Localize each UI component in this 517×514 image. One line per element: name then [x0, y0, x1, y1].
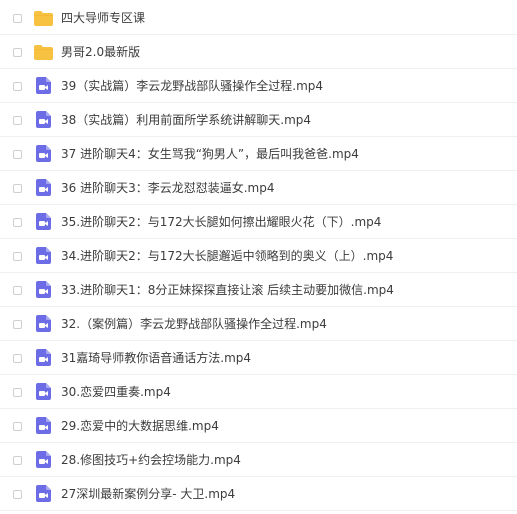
folder-row[interactable]: 四大导师专区课: [0, 1, 517, 35]
file-name[interactable]: 四大导师专区课: [61, 10, 145, 26]
row-checkbox[interactable]: [13, 320, 22, 329]
file-row[interactable]: 30.恋爱四重奏.mp4: [0, 375, 517, 409]
video-file-icon: [36, 179, 51, 196]
file-name[interactable]: 28.修图技巧+约会控场能力.mp4: [61, 452, 241, 468]
file-row[interactable]: 36 进阶聊天3：李云龙怼怼装逼女.mp4: [0, 171, 517, 205]
file-name[interactable]: 34.进阶聊天2：与172大长腿邂逅中领略到的奥义（上）.mp4: [61, 248, 393, 264]
video-file-icon: [36, 145, 51, 162]
folder-icon: [34, 11, 53, 26]
file-name[interactable]: 29.恋爱中的大数据思维.mp4: [61, 418, 219, 434]
file-name[interactable]: 30.恋爱四重奏.mp4: [61, 384, 171, 400]
file-name[interactable]: 33.进阶聊天1：8分正妹探探直接让滚 后续主动要加微信.mp4: [61, 282, 394, 298]
row-checkbox[interactable]: [13, 184, 22, 193]
file-name[interactable]: 38（实战篇）利用前面所学系统讲解聊天.mp4: [61, 112, 311, 128]
video-file-icon: [36, 349, 51, 366]
file-name[interactable]: 37 进阶聊天4：女生骂我“狗男人”，最后叫我爸爸.mp4: [61, 146, 359, 162]
file-name[interactable]: 39（实战篇）李云龙野战部队骚操作全过程.mp4: [61, 78, 323, 94]
video-file-icon: [36, 451, 51, 468]
row-checkbox[interactable]: [13, 490, 22, 499]
row-checkbox[interactable]: [13, 150, 22, 159]
file-list: 四大导师专区课 男哥2.0最新版 39（实战篇）李云龙野战部队骚操作全过程.mp4 3…: [0, 0, 517, 514]
file-row[interactable]: 31嘉琦导师教你语音通话方法.mp4: [0, 341, 517, 375]
video-file-icon: [36, 247, 51, 264]
row-checkbox[interactable]: [13, 48, 22, 57]
file-row[interactable]: 29.恋爱中的大数据思维.mp4: [0, 409, 517, 443]
row-checkbox[interactable]: [13, 354, 22, 363]
file-row[interactable]: 38（实战篇）利用前面所学系统讲解聊天.mp4: [0, 103, 517, 137]
video-file-icon: [36, 315, 51, 332]
video-file-icon: [36, 213, 51, 230]
file-row[interactable]: 34.进阶聊天2：与172大长腿邂逅中领略到的奥义（上）.mp4: [0, 239, 517, 273]
video-file-icon: [36, 77, 51, 94]
file-name[interactable]: 男哥2.0最新版: [61, 44, 140, 60]
video-file-icon: [36, 281, 51, 298]
file-row[interactable]: 37 进阶聊天4：女生骂我“狗男人”，最后叫我爸爸.mp4: [0, 137, 517, 171]
video-file-icon: [36, 485, 51, 502]
row-checkbox[interactable]: [13, 388, 22, 397]
video-file-icon: [36, 383, 51, 400]
file-name[interactable]: 27深圳最新案例分享- 大卫.mp4: [61, 486, 235, 502]
file-name[interactable]: 31嘉琦导师教你语音通话方法.mp4: [61, 350, 251, 366]
folder-row[interactable]: 男哥2.0最新版: [0, 35, 517, 69]
file-row[interactable]: 27深圳最新案例分享- 大卫.mp4: [0, 477, 517, 511]
file-name[interactable]: 36 进阶聊天3：李云龙怼怼装逼女.mp4: [61, 180, 274, 196]
row-checkbox[interactable]: [13, 82, 22, 91]
file-row[interactable]: 33.进阶聊天1：8分正妹探探直接让滚 后续主动要加微信.mp4: [0, 273, 517, 307]
folder-icon: [34, 45, 53, 60]
row-checkbox[interactable]: [13, 14, 22, 23]
row-checkbox[interactable]: [13, 422, 22, 431]
file-row[interactable]: 32.（案例篇）李云龙野战部队骚操作全过程.mp4: [0, 307, 517, 341]
row-checkbox[interactable]: [13, 252, 22, 261]
row-checkbox[interactable]: [13, 218, 22, 227]
file-name[interactable]: 32.（案例篇）李云龙野战部队骚操作全过程.mp4: [61, 316, 327, 332]
row-checkbox[interactable]: [13, 286, 22, 295]
row-checkbox[interactable]: [13, 456, 22, 465]
file-name[interactable]: 35.进阶聊天2：与172大长腿如何擦出耀眼火花（下）.mp4: [61, 214, 381, 230]
video-file-icon: [36, 111, 51, 128]
file-row[interactable]: 39（实战篇）李云龙野战部队骚操作全过程.mp4: [0, 69, 517, 103]
file-row[interactable]: 35.进阶聊天2：与172大长腿如何擦出耀眼火花（下）.mp4: [0, 205, 517, 239]
row-checkbox[interactable]: [13, 116, 22, 125]
video-file-icon: [36, 417, 51, 434]
file-row[interactable]: 28.修图技巧+约会控场能力.mp4: [0, 443, 517, 477]
